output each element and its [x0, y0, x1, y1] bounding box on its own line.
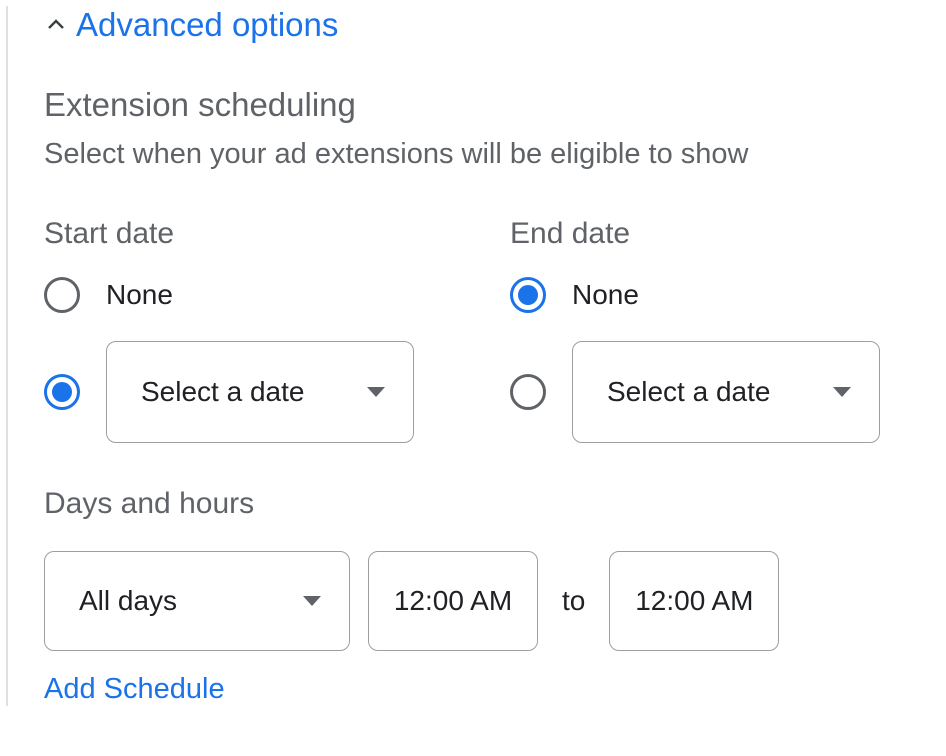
time-end-input[interactable]: 12:00 AM — [609, 551, 779, 651]
end-date-none-label: None — [572, 279, 639, 311]
advanced-options-label: Advanced options — [76, 6, 338, 44]
days-and-hours-label: Days and hours — [44, 487, 946, 521]
caret-down-icon — [367, 387, 385, 397]
end-date-none-radio[interactable] — [510, 277, 546, 313]
start-date-column: Start date None Select a date — [44, 217, 480, 443]
days-select-dropdown[interactable]: All days — [44, 551, 350, 651]
time-end-value: 12:00 AM — [635, 585, 753, 617]
chevron-up-icon — [44, 13, 68, 37]
start-date-select-text: Select a date — [141, 376, 304, 408]
end-date-select-text: Select a date — [607, 376, 770, 408]
start-date-none-radio[interactable] — [44, 277, 80, 313]
caret-down-icon — [303, 596, 321, 606]
extension-scheduling-description: Select when your ad extensions will be e… — [44, 138, 946, 171]
end-date-select-dropdown[interactable]: Select a date — [572, 341, 880, 443]
time-start-value: 12:00 AM — [394, 585, 512, 617]
to-label: to — [562, 585, 585, 617]
start-date-none-label: None — [106, 279, 173, 311]
days-select-value: All days — [79, 585, 177, 617]
extension-scheduling-title: Extension scheduling — [44, 86, 946, 124]
start-date-label: Start date — [44, 217, 480, 251]
add-schedule-link[interactable]: Add Schedule — [44, 673, 946, 706]
end-date-label: End date — [510, 217, 946, 251]
end-date-select-radio[interactable] — [510, 374, 546, 410]
advanced-options-toggle[interactable]: Advanced options — [44, 6, 946, 44]
end-date-column: End date None Select a date — [510, 217, 946, 443]
start-date-select-dropdown[interactable]: Select a date — [106, 341, 414, 443]
caret-down-icon — [833, 387, 851, 397]
time-start-input[interactable]: 12:00 AM — [368, 551, 538, 651]
start-date-select-radio[interactable] — [44, 374, 80, 410]
